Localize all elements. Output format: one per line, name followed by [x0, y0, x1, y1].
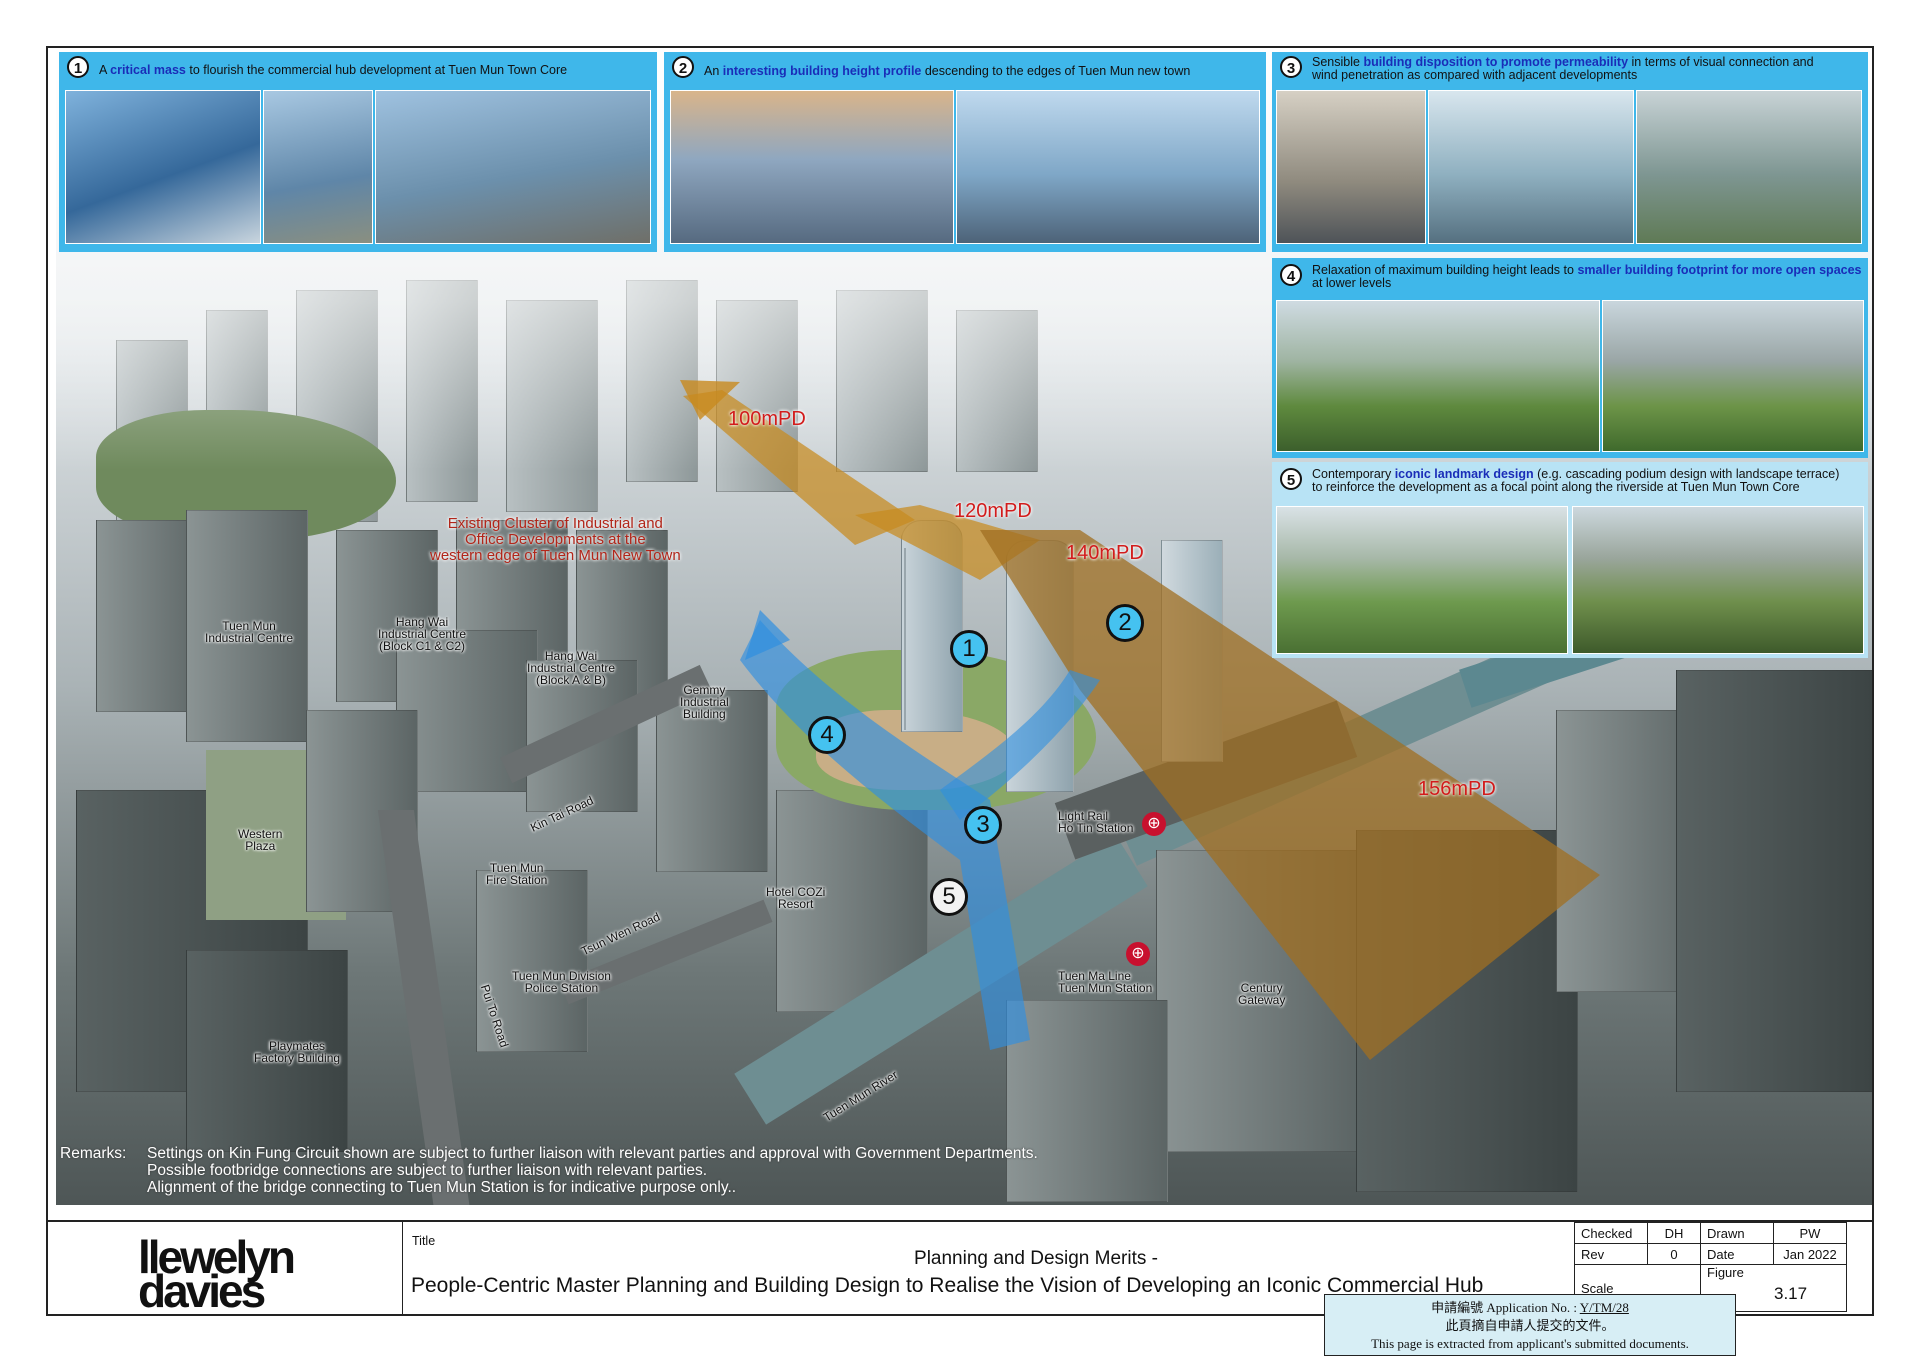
- panel-caption-5: Contemporary iconic landmark design (e.g…: [1312, 467, 1840, 494]
- remark-line: Alignment of the bridge connecting to Tu…: [147, 1179, 737, 1196]
- panel-number-4: 4: [1280, 264, 1302, 286]
- panel-number-1: 1: [67, 56, 89, 78]
- photo-skyline-profile: [670, 90, 954, 244]
- height-label-140mpd: 140mPD: [1066, 542, 1144, 564]
- title-line-2: People-Centric Master Planning and Build…: [411, 1274, 1484, 1297]
- label-fire-station: Tuen Mun Fire Station: [486, 861, 548, 887]
- application-stamp: 申請編號 Application No. : Y/TM/28 此頁摘自申請人提交…: [1324, 1294, 1736, 1356]
- label-hang-wai-a-b: Hang Wai Industrial Centre (Block A & B): [527, 649, 616, 687]
- label-light-rail-station: Light Rail Ho Tin Station: [1058, 809, 1134, 835]
- photo-landscape-terrace: [1572, 506, 1864, 654]
- panel-caption-2: An interesting building height profile d…: [704, 64, 1191, 78]
- label-playmates-factory: Playmates Factory Building: [254, 1039, 341, 1065]
- date-value: Jan 2022: [1773, 1243, 1847, 1265]
- panel-iconic-landmark: 5 Contemporary iconic landmark design (e…: [1272, 462, 1868, 658]
- title-label: Title: [412, 1234, 436, 1248]
- panel-number-3: 3: [1280, 56, 1302, 78]
- panel-critical-mass: 1 A critical mass to flourish the commer…: [59, 52, 657, 252]
- stamp-line-2: 此頁摘自申請人提交的文件。: [1445, 1318, 1615, 1333]
- marker-1: 1: [950, 630, 988, 668]
- stamp-line-3: This page is extracted from applicant's …: [1371, 1336, 1689, 1351]
- photo-office-towers: [65, 90, 261, 244]
- stamp-line-1: 申請編號 Application No. : Y/TM/28: [1431, 1300, 1629, 1315]
- label-western-plaza: Western Plaza: [238, 827, 283, 853]
- marker-5: 5: [930, 878, 968, 916]
- drawn-value: PW: [1773, 1222, 1847, 1244]
- label-hang-wai-c1-c2: Hang Wai Industrial Centre (Block C1 & C2): [378, 615, 467, 653]
- panel-caption-3: Sensible building disposition to promote…: [1312, 55, 1814, 82]
- photo-commercial-hub: [375, 90, 651, 244]
- marker-2: 2: [1106, 604, 1144, 642]
- label-hotel-cozi: Hotel COZi Resort: [766, 885, 826, 911]
- height-label-100mpd: 100mPD: [728, 408, 806, 430]
- figure-number: 3.17: [1774, 1284, 1808, 1303]
- label-tuen-mun-industrial-centre: Tuen Mun Industrial Centre: [205, 619, 294, 645]
- remarks-heading: Remarks:: [60, 1145, 127, 1162]
- ventilation-flow-arrow-right: [940, 670, 1100, 820]
- panel-number-5: 5: [1280, 468, 1302, 490]
- label-gemmy-industrial: Gemmy Industrial Building: [680, 683, 729, 721]
- title-line-1: Planning and Design Merits -: [914, 1248, 1158, 1269]
- photo-rooftop-park: [1602, 300, 1864, 452]
- photo-landscape-podium: [1276, 300, 1600, 452]
- label-tuen-ma-line-station: Tuen Ma Line Tuen Mun Station: [1058, 969, 1153, 995]
- panel-permeability: 3 Sensible building disposition to promo…: [1272, 52, 1868, 252]
- panel-caption-4: Relaxation of maximum building height le…: [1312, 263, 1862, 290]
- label-century-gateway: Century Gateway: [1238, 981, 1286, 1007]
- marker-4: 4: [808, 716, 846, 754]
- photo-cascading-podium: [1276, 506, 1568, 654]
- photo-green-towers: [1636, 90, 1862, 244]
- label-police-station: Tuen Mun Division Police Station: [512, 969, 611, 995]
- drawn-label: Drawn: [1700, 1222, 1774, 1244]
- existing-cluster-label: Existing Cluster of Industrial and Office…: [430, 515, 681, 564]
- panel-open-spaces: 4 Relaxation of maximum building height …: [1272, 258, 1868, 458]
- panel-height-profile: 2 An interesting building height profile…: [664, 52, 1266, 252]
- marker-3: 3: [964, 806, 1002, 844]
- rev-value: 0: [1647, 1243, 1701, 1265]
- photo-curved-towers: [1428, 90, 1634, 244]
- remark-line: Settings on Kin Fung Circuit shown are s…: [147, 1145, 1038, 1162]
- checked-label: Checked: [1574, 1222, 1648, 1244]
- panel-number-2: 2: [672, 56, 694, 78]
- rev-label: Rev: [1574, 1243, 1648, 1265]
- mtr-logo-icon: ⊕: [1142, 812, 1166, 836]
- photo-stepped-towers: [956, 90, 1260, 244]
- date-label: Date: [1700, 1243, 1774, 1265]
- photo-twisted-towers: [1276, 90, 1426, 244]
- height-label-156mpd: 156mPD: [1418, 778, 1496, 800]
- height-label-120mpd: 120mPD: [954, 500, 1032, 522]
- remark-line: Possible footbridge connections are subj…: [147, 1162, 708, 1179]
- llewelyn-davies-logo: llewelyn davies: [138, 1231, 296, 1317]
- checked-value: DH: [1647, 1222, 1701, 1244]
- panel-caption-1: A critical mass to flourish the commerci…: [99, 63, 568, 77]
- mtr-logo-icon: ⊕: [1126, 942, 1150, 966]
- photo-glass-tower: [263, 90, 373, 244]
